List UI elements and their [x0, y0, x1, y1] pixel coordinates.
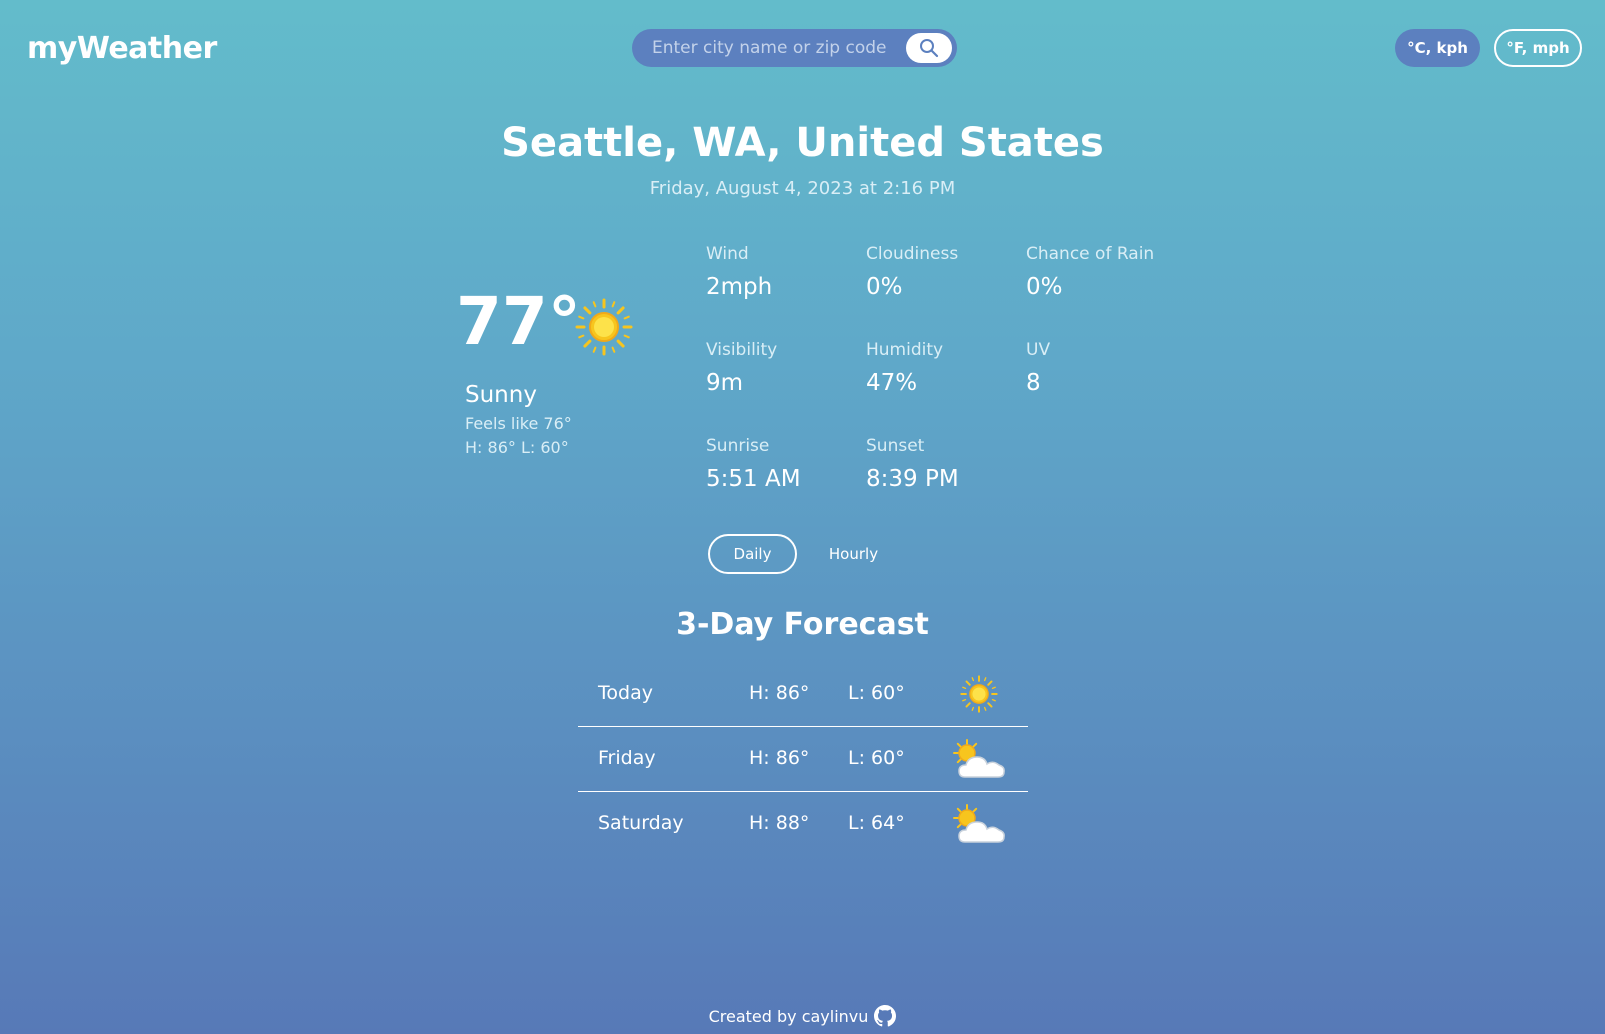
forecast-day: Today: [598, 682, 653, 704]
current-condition: Sunny: [465, 382, 537, 408]
stat-value: 2mph: [706, 274, 773, 300]
daily-toggle-button[interactable]: Daily: [708, 534, 797, 574]
forecast-high: H: 86°: [749, 682, 810, 704]
current-weather-icon: [575, 298, 633, 360]
stat-label: Humidity: [866, 340, 944, 360]
stat-uv: UV 8: [1026, 340, 1050, 396]
location-title: Seattle, WA, United States: [501, 120, 1104, 166]
app-logo[interactable]: myWeather: [27, 31, 217, 66]
forecast-icon: [951, 739, 1007, 785]
stat-humidity: Humidity 47%: [866, 340, 943, 396]
partly-cloudy-icon: [953, 804, 1005, 843]
forecast-icon: [960, 675, 998, 717]
stat-cloudiness: Cloudiness 0%: [866, 244, 958, 300]
feels-like: Feels like 76°: [465, 414, 572, 433]
header: myWeather °C, kph °F, mph: [0, 0, 1605, 100]
stat-value: 8:39 PM: [866, 466, 959, 492]
stat-visibility: Visibility 9m: [706, 340, 777, 396]
forecast-low: L: 64°: [848, 812, 905, 834]
stat-chance-of-rain: Chance of Rain 0%: [1026, 244, 1154, 300]
stat-value: 5:51 AM: [706, 466, 801, 492]
stat-label: Cloudiness: [866, 244, 959, 264]
stat-label: Chance of Rain: [1026, 244, 1155, 264]
stat-label: Sunrise: [706, 436, 770, 456]
forecast-low: L: 60°: [848, 682, 905, 704]
sun-icon: [575, 298, 633, 356]
forecast-row: Today H: 86° L: 60°: [578, 662, 1028, 726]
search-input[interactable]: [652, 29, 902, 67]
stat-value: 9m: [706, 370, 744, 396]
search-button[interactable]: [906, 33, 952, 63]
search-bar: [632, 29, 957, 67]
stat-label: UV: [1026, 340, 1051, 360]
stat-label: Wind: [706, 244, 749, 264]
stat-value: 47%: [866, 370, 918, 396]
footer: Created by caylinvu: [0, 1005, 1605, 1027]
sun-icon: [960, 675, 998, 713]
imperial-units-button[interactable]: °F, mph: [1494, 29, 1582, 67]
forecast-high: H: 86°: [749, 747, 810, 769]
forecast-list: Today H: 86° L: 60° Friday H: 86° L: 60°…: [578, 662, 1028, 856]
forecast-row: Saturday H: 88° L: 64°: [578, 791, 1028, 856]
forecast-low: L: 60°: [848, 747, 905, 769]
current-temperature: 77°: [456, 283, 581, 360]
forecast-icon: [951, 804, 1007, 850]
stat-sunrise: Sunrise 5:51 AM: [706, 436, 801, 492]
metric-units-button[interactable]: °C, kph: [1395, 29, 1480, 67]
stat-value: 0%: [866, 274, 903, 300]
forecast-title: 3-Day Forecast: [676, 607, 929, 642]
forecast-high: H: 88°: [749, 812, 810, 834]
github-icon[interactable]: [874, 1005, 897, 1027]
current-high-low: H: 86° L: 60°: [465, 438, 569, 457]
stat-value: 0%: [1026, 274, 1063, 300]
stat-value: 8: [1026, 370, 1041, 396]
location-datetime: Friday, August 4, 2023 at 2:16 PM: [649, 178, 956, 199]
stat-wind: Wind 2mph: [706, 244, 772, 300]
partly-cloudy-icon: [953, 739, 1005, 778]
stat-label: Sunset: [866, 436, 925, 456]
forecast-day: Saturday: [598, 812, 684, 834]
search-icon: [920, 39, 939, 58]
footer-credit: Created by caylinvu: [708, 1006, 869, 1026]
forecast-row: Friday H: 86° L: 60°: [578, 726, 1028, 791]
forecast-day: Friday: [598, 747, 656, 769]
hourly-toggle-button[interactable]: Hourly: [812, 534, 895, 574]
stat-label: Visibility: [706, 340, 778, 360]
stat-sunset: Sunset 8:39 PM: [866, 436, 959, 492]
